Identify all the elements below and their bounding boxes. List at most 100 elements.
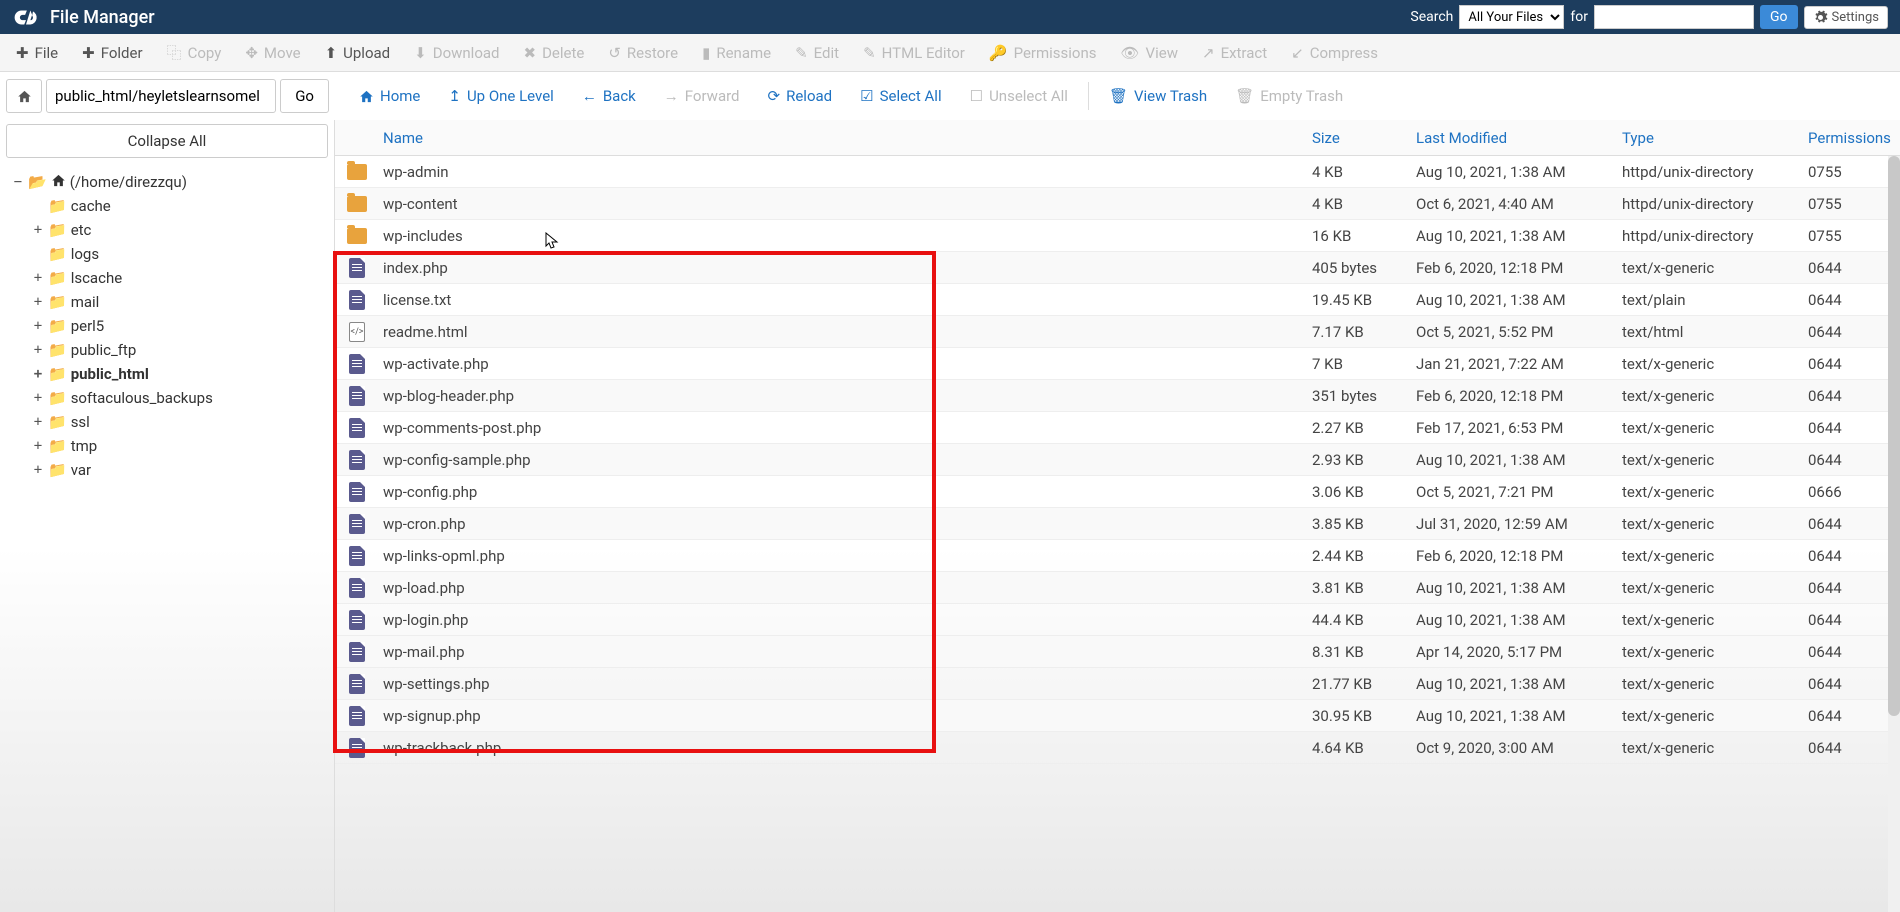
- file-row[interactable]: index.php405 bytesFeb 6, 2020, 12:18 PMt…: [335, 252, 1900, 284]
- nav-home[interactable]: Home: [345, 81, 434, 111]
- file-row[interactable]: wp-mail.php8.31 KBApr 14, 2020, 5:17 PMt…: [335, 636, 1900, 668]
- move-button[interactable]: ✥Move: [233, 38, 312, 68]
- col-name[interactable]: Name: [335, 129, 1300, 147]
- expand-icon[interactable]: +: [32, 342, 44, 358]
- uncheck-icon: ☐: [970, 87, 983, 105]
- path-go-button[interactable]: Go: [280, 79, 329, 113]
- file-permissions: 0644: [1796, 515, 1900, 533]
- file-size: 16 KB: [1300, 227, 1404, 245]
- file-permissions: 0644: [1796, 611, 1900, 629]
- col-type[interactable]: Type: [1610, 129, 1796, 147]
- restore-button[interactable]: ↺Restore: [596, 38, 690, 68]
- expand-icon[interactable]: +: [32, 390, 44, 406]
- expand-icon[interactable]: +: [32, 438, 44, 454]
- col-permissions[interactable]: Permissions: [1796, 129, 1900, 147]
- expand-icon[interactable]: +: [32, 294, 44, 310]
- expand-icon[interactable]: +: [32, 414, 44, 430]
- file-row[interactable]: wp-config.php3.06 KBOct 5, 2021, 7:21 PM…: [335, 476, 1900, 508]
- extract-button[interactable]: ↗Extract: [1190, 38, 1279, 68]
- tree-root[interactable]: − 📂 (/home/direzzqu): [12, 170, 334, 194]
- nav-forward[interactable]: →Forward: [650, 81, 754, 111]
- tree-item-logs[interactable]: 📁logs: [32, 242, 334, 266]
- nav-links: Home ↥Up One Level ←Back →Forward ⟳Reloa…: [335, 72, 1900, 120]
- file-permissions: 0755: [1796, 195, 1900, 213]
- tree-item-ssl[interactable]: +📁ssl: [32, 410, 334, 434]
- file-row[interactable]: wp-admin4 KBAug 10, 2021, 1:38 AMhttpd/u…: [335, 156, 1900, 188]
- nav-reload[interactable]: ⟳Reload: [754, 81, 847, 111]
- tree-item-public_html[interactable]: +📁public_html: [32, 362, 334, 386]
- expand-icon[interactable]: +: [32, 270, 44, 286]
- file-modified: Aug 10, 2021, 1:38 AM: [1404, 707, 1610, 725]
- file-row[interactable]: wp-settings.php21.77 KBAug 10, 2021, 1:3…: [335, 668, 1900, 700]
- file-row[interactable]: license.txt19.45 KBAug 10, 2021, 1:38 AM…: [335, 284, 1900, 316]
- edit-button[interactable]: ✎Edit: [783, 38, 851, 68]
- tree-item-var[interactable]: +📁var: [32, 458, 334, 482]
- copy-button[interactable]: ⿻Copy: [155, 36, 234, 69]
- file-permissions: 0644: [1796, 323, 1900, 341]
- tree-item-lscache[interactable]: +📁lscache: [32, 266, 334, 290]
- file-row[interactable]: wp-blog-header.php351 bytesFeb 6, 2020, …: [335, 380, 1900, 412]
- permissions-button[interactable]: 🔑Permissions: [977, 38, 1109, 68]
- file-row[interactable]: wp-trackback.php4.64 KBOct 9, 2020, 3:00…: [335, 732, 1900, 764]
- search-scope-select[interactable]: All Your Files: [1459, 5, 1564, 29]
- file-row[interactable]: </>readme.html7.17 KBOct 5, 2021, 5:52 P…: [335, 316, 1900, 348]
- tree-item-mail[interactable]: +📁mail: [32, 290, 334, 314]
- rename-button[interactable]: ▮Rename: [690, 38, 783, 68]
- settings-button[interactable]: Settings: [1804, 6, 1888, 29]
- search-input[interactable]: [1594, 5, 1754, 29]
- file-row[interactable]: wp-load.php3.81 KBAug 10, 2021, 1:38 AMt…: [335, 572, 1900, 604]
- nav-up-one-level[interactable]: ↥Up One Level: [434, 81, 567, 111]
- nav-select-all[interactable]: ☑Select All: [846, 81, 955, 111]
- delete-icon: ✖: [524, 44, 537, 62]
- scrollbar-thumb[interactable]: [1888, 156, 1900, 716]
- file-row[interactable]: wp-includes16 KBAug 10, 2021, 1:38 AMhtt…: [335, 220, 1900, 252]
- scrollbar-track[interactable]: [1888, 156, 1900, 912]
- folder-icon: 📁: [48, 437, 67, 455]
- file-icon: [349, 738, 365, 758]
- tree-item-etc[interactable]: +📁etc: [32, 218, 334, 242]
- expand-icon[interactable]: +: [32, 366, 44, 382]
- file-row[interactable]: wp-login.php44.4 KBAug 10, 2021, 1:38 AM…: [335, 604, 1900, 636]
- tree-item-cache[interactable]: 📁cache: [32, 194, 334, 218]
- tree-item-softaculous_backups[interactable]: +📁softaculous_backups: [32, 386, 334, 410]
- file-row[interactable]: wp-content4 KBOct 6, 2021, 4:40 AMhttpd/…: [335, 188, 1900, 220]
- col-size[interactable]: Size: [1300, 129, 1404, 147]
- tree-item-perl5[interactable]: +📁perl5: [32, 314, 334, 338]
- nav-view-trash[interactable]: 🗑View Trash: [1095, 81, 1221, 111]
- file-row[interactable]: wp-config-sample.php2.93 KBAug 10, 2021,…: [335, 444, 1900, 476]
- file-permissions: 0644: [1796, 739, 1900, 757]
- file-type: text/x-generic: [1610, 515, 1796, 533]
- col-modified[interactable]: Last Modified: [1404, 129, 1610, 147]
- file-row[interactable]: wp-activate.php7 KBJan 21, 2021, 7:22 AM…: [335, 348, 1900, 380]
- view-button[interactable]: 👁View: [1109, 38, 1190, 68]
- nav-back[interactable]: ←Back: [568, 81, 650, 111]
- path-input[interactable]: [46, 79, 276, 113]
- collapse-all-button[interactable]: Collapse All: [6, 124, 328, 158]
- home-icon-button[interactable]: [6, 79, 42, 113]
- folder-icon: [347, 164, 367, 180]
- compress-button[interactable]: ↙Compress: [1279, 38, 1390, 68]
- delete-button[interactable]: ✖Delete: [512, 38, 597, 68]
- nav-empty-trash[interactable]: 🗑Empty Trash: [1221, 81, 1357, 111]
- tree-item-tmp[interactable]: +📁tmp: [32, 434, 334, 458]
- file-row[interactable]: wp-signup.php30.95 KBAug 10, 2021, 1:38 …: [335, 700, 1900, 732]
- nav-unselect-all[interactable]: ☐Unselect All: [956, 81, 1082, 111]
- file-button[interactable]: ✚File: [4, 38, 70, 68]
- file-row[interactable]: wp-cron.php3.85 KBJul 31, 2020, 12:59 AM…: [335, 508, 1900, 540]
- upload-button[interactable]: ⬆Upload: [313, 38, 403, 68]
- folder-icon: 📁: [48, 389, 67, 407]
- expand-icon[interactable]: +: [32, 318, 44, 334]
- file-size: 2.44 KB: [1300, 547, 1404, 565]
- file-type: text/plain: [1610, 291, 1796, 309]
- file-row[interactable]: wp-links-opml.php2.44 KBFeb 6, 2020, 12:…: [335, 540, 1900, 572]
- expand-icon[interactable]: +: [32, 462, 44, 478]
- back-icon: ←: [582, 87, 597, 105]
- tree-item-public_ftp[interactable]: +📁public_ftp: [32, 338, 334, 362]
- search-go-button[interactable]: Go: [1760, 5, 1798, 29]
- expand-icon[interactable]: +: [32, 222, 44, 238]
- folder-button[interactable]: ✚Folder: [70, 38, 154, 68]
- collapse-icon[interactable]: −: [12, 174, 24, 190]
- html-editor-button[interactable]: ✎HTML Editor: [851, 38, 977, 68]
- file-row[interactable]: wp-comments-post.php2.27 KBFeb 17, 2021,…: [335, 412, 1900, 444]
- download-button[interactable]: ⬇Download: [402, 38, 511, 68]
